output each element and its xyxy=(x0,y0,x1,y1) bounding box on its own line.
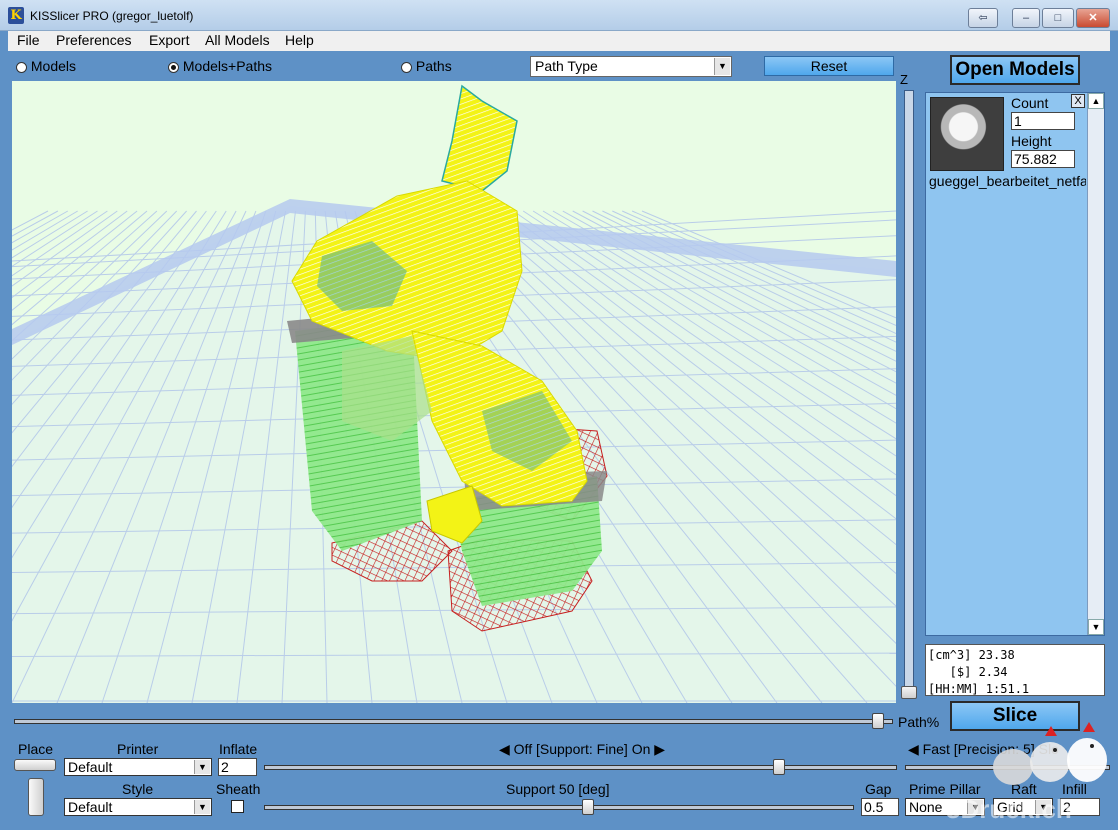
support-angle-thumb[interactable] xyxy=(582,799,594,815)
inflate-label: Inflate xyxy=(219,741,258,757)
path-percent-thumb[interactable] xyxy=(872,713,884,729)
maximize-button[interactable]: □ xyxy=(1042,8,1074,28)
z-layer-slider-thumb[interactable] xyxy=(901,686,917,699)
path-type-value: Path Type xyxy=(535,58,598,74)
menu-help[interactable]: Help xyxy=(285,32,314,48)
support-angle-slider[interactable] xyxy=(264,799,854,815)
menu-bar: File Preferences Export All Models Help xyxy=(8,31,1110,51)
style-select[interactable]: Default ▼ xyxy=(64,798,212,816)
scroll-up-icon[interactable]: ▲ xyxy=(1088,93,1104,109)
radio-paths[interactable] xyxy=(401,61,412,73)
left-arrow-icon[interactable]: ◀ xyxy=(908,741,919,757)
path-percent-track[interactable] xyxy=(14,719,893,724)
view-mode-models-paths-label: Models+Paths xyxy=(182,58,272,74)
chevron-down-icon[interactable]: ▼ xyxy=(194,760,210,774)
support-toggle-label: ◀ Off [Support: Fine] On ▶ xyxy=(499,741,665,758)
menu-file[interactable]: File xyxy=(17,32,40,48)
left-arrow-icon[interactable]: ◀ xyxy=(499,741,510,757)
path-percent-label: Path% xyxy=(898,714,940,730)
minimize-button[interactable]: – xyxy=(1012,8,1040,28)
place-button[interactable] xyxy=(14,759,56,771)
sheath-label: Sheath xyxy=(216,781,261,797)
reset-button[interactable]: Reset xyxy=(764,56,894,76)
stat-cost: [$] 2.34 xyxy=(928,665,1008,679)
print-stats: [cm^3] 23.38 [$] 2.34 [HH:MM] 1:51.1 xyxy=(925,644,1105,696)
gap-label: Gap xyxy=(865,781,892,797)
height-field[interactable]: 75.882 xyxy=(1011,150,1075,168)
style-label: Style xyxy=(122,781,154,797)
menu-preferences[interactable]: Preferences xyxy=(56,32,131,48)
stat-time: [HH:MM] 1:51.1 xyxy=(928,682,1030,696)
menu-all-models[interactable]: All Models xyxy=(205,32,270,48)
restore-window-button[interactable]: ⇦ xyxy=(968,8,998,28)
height-label: Height xyxy=(1011,133,1052,149)
support-angle-track[interactable] xyxy=(264,805,854,810)
sheath-checkbox[interactable] xyxy=(231,800,244,813)
menu-export[interactable]: Export xyxy=(149,32,189,48)
path-percent-slider[interactable] xyxy=(14,713,893,729)
support-angle-label: Support 50 [deg] xyxy=(506,781,610,797)
remove-model-button[interactable]: X xyxy=(1071,94,1085,108)
watermark-logo xyxy=(985,722,1115,792)
gap-field[interactable]: 0.5 xyxy=(861,798,899,816)
support-slider-track[interactable] xyxy=(264,765,897,770)
prime-pillar-value: None xyxy=(909,799,943,815)
view-mode-paths[interactable]: Paths xyxy=(401,58,452,74)
inflate-field[interactable]: 2 xyxy=(218,758,257,776)
chevron-down-icon[interactable]: ▼ xyxy=(194,800,210,814)
view-mode-paths-label: Paths xyxy=(415,58,452,74)
radio-models[interactable] xyxy=(16,61,27,73)
model-name[interactable]: gueggel_bearbeitet_netfa xyxy=(929,173,1086,189)
watermark-text: 3Druck.ch xyxy=(946,794,1072,824)
viewport-scene xyxy=(12,84,896,703)
support-slider-thumb[interactable] xyxy=(773,759,785,775)
style-value: Default xyxy=(68,799,113,815)
place-vertical-slider[interactable] xyxy=(28,778,44,816)
z-layer-slider[interactable] xyxy=(904,90,914,690)
path-type-select[interactable]: Path Type ▼ xyxy=(530,56,732,77)
place-label: Place xyxy=(18,741,54,757)
close-window-button[interactable]: ✕ xyxy=(1076,8,1110,28)
z-axis-label: Z xyxy=(900,72,908,87)
model-thumbnail[interactable] xyxy=(930,97,1004,171)
view-mode-models-label: Models xyxy=(30,58,77,74)
model-list-scrollbar[interactable]: ▲ ▼ xyxy=(1087,93,1104,635)
chevron-down-icon[interactable]: ▼ xyxy=(714,58,730,75)
scroll-down-icon[interactable]: ▼ xyxy=(1088,619,1104,635)
count-label: Count xyxy=(1011,95,1049,111)
support-toggle-text: Off [Support: Fine] On xyxy=(513,741,651,757)
right-arrow-icon[interactable]: ▶ xyxy=(654,741,665,757)
printer-label: Printer xyxy=(117,741,159,757)
3d-viewport[interactable] xyxy=(12,81,896,703)
printer-select[interactable]: Default ▼ xyxy=(64,758,212,776)
support-slider[interactable] xyxy=(264,759,897,775)
stat-volume: [cm^3] 23.38 xyxy=(928,648,1015,662)
radio-models-paths[interactable] xyxy=(168,61,179,73)
app-logo-icon: K xyxy=(8,7,24,24)
chicken-mascot-icon xyxy=(993,722,1107,785)
count-field[interactable]: 1 xyxy=(1011,112,1075,130)
view-mode-models-paths[interactable]: Models+Paths xyxy=(168,58,272,74)
window-title: KISSlicer PRO (gregor_luetolf) xyxy=(30,9,194,23)
printer-value: Default xyxy=(68,759,113,775)
view-mode-models[interactable]: Models xyxy=(16,58,76,74)
open-models-button[interactable]: Open Models xyxy=(950,55,1080,85)
